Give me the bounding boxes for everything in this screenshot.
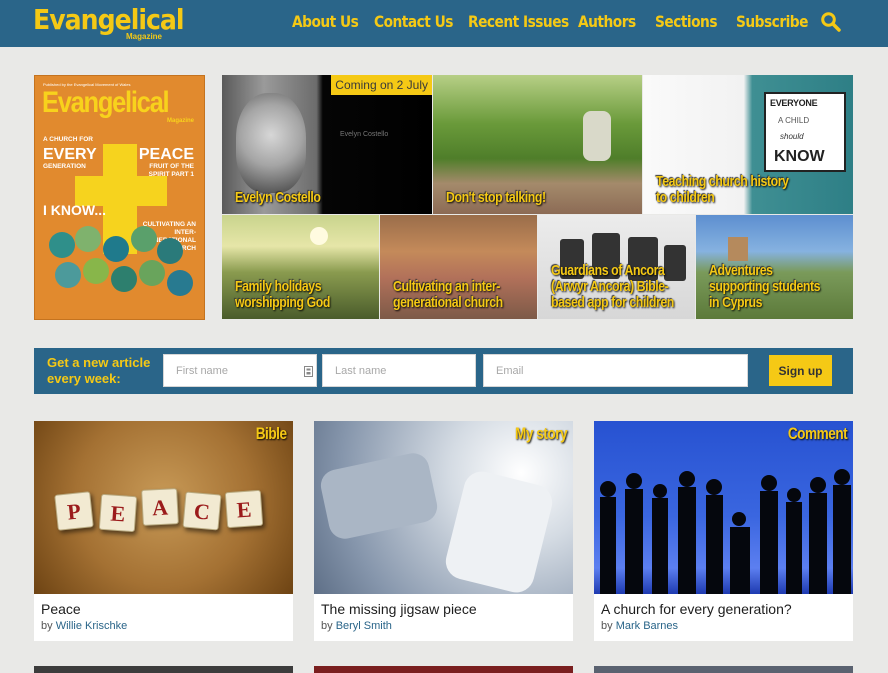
byline-prefix: by: [321, 620, 333, 632]
jigsaw-piece: [442, 467, 556, 594]
featured-tile-inter-generational[interactable]: Cultivating an inter-generational church: [380, 215, 537, 319]
first-name-field[interactable]: [163, 354, 317, 387]
chalkboard-line: EVERYONE: [770, 98, 818, 108]
featured-caption: Guardians of Ancora (Arwyr Ancora) Bible…: [551, 262, 674, 311]
next-article-card[interactable]: [314, 666, 573, 673]
nav-recent-issues[interactable]: Recent Issues: [468, 12, 569, 31]
last-name-field[interactable]: [322, 354, 476, 387]
cover-face: [139, 260, 165, 286]
article-author-link[interactable]: Willie Krischke: [56, 620, 128, 632]
next-article-card[interactable]: [594, 666, 853, 673]
article-section-label: Comment: [787, 424, 848, 443]
featured-tile-guardians-of-ancora[interactable]: Guardians of Ancora (Arwyr Ancora) Bible…: [538, 215, 695, 319]
silhouette-crowd: [600, 469, 851, 594]
featured-caption: Don't stop talking!: [446, 189, 546, 206]
chalkboard-sign: EVERYONE A CHILD should KNOW: [764, 92, 846, 172]
cover-headline-5: FRUIT OF THE SPIRIT PART 1: [148, 163, 194, 178]
nav-sections[interactable]: Sections: [655, 12, 718, 31]
signup-prompt: Get a new article every week:: [47, 355, 151, 386]
article-title: A church for every generation?: [601, 601, 792, 617]
photo-label: Evelyn Costello: [340, 131, 389, 138]
cover-mag-label: Magazine: [166, 118, 194, 124]
featured-caption: Teaching church history to children: [656, 173, 789, 206]
article-title: Peace: [41, 601, 81, 617]
letter-tile: P: [54, 491, 94, 531]
sun-glow: [310, 227, 328, 245]
portrait-photo: [236, 93, 306, 193]
cover-face: [131, 226, 157, 252]
cover-face: [55, 262, 81, 288]
nav-contact-us[interactable]: Contact Us: [374, 12, 453, 31]
walking-couple: [583, 111, 611, 161]
cover-face: [167, 270, 193, 296]
letter-tile: C: [182, 491, 222, 531]
article-section-label: My story: [514, 424, 568, 443]
featured-caption: Adventures supporting students in Cyprus: [709, 262, 821, 311]
article-author-link[interactable]: Mark Barnes: [616, 620, 678, 632]
cover-headline-6: I KNOW...: [43, 202, 106, 218]
cover-headline-2: EVERY: [43, 146, 97, 163]
article-byline: by Beryl Smith: [321, 620, 392, 632]
featured-tile-family-holidays[interactable]: Family holidays worshipping God: [222, 215, 379, 319]
article-image: [594, 421, 853, 594]
top-navigation: Evangelical Magazine About Us Contact Us…: [0, 0, 888, 47]
cover-face: [111, 266, 137, 292]
cover-face: [157, 238, 183, 264]
newsletter-signup: Get a new article every week: Sign up: [34, 348, 853, 394]
featured-tile-church-history[interactable]: EVERYONE A CHILD should KNOW Teaching ch…: [643, 75, 853, 214]
article-card-peace[interactable]: PEACE Bible Peace by Willie Krischke: [34, 421, 293, 641]
cover-face: [83, 258, 109, 284]
letter-tile: E: [98, 493, 138, 533]
article-byline: by Mark Barnes: [601, 620, 678, 632]
cover-face: [103, 236, 129, 262]
chalkboard-line: should: [780, 132, 804, 141]
featured-caption: Family holidays worshipping God: [235, 278, 330, 311]
church-building: [728, 237, 748, 261]
article-card-jigsaw[interactable]: My story The missing jigsaw piece by Ber…: [314, 421, 573, 641]
nav-subscribe[interactable]: Subscribe: [736, 12, 808, 31]
chalkboard-line: A CHILD: [778, 116, 810, 125]
article-title: The missing jigsaw piece: [321, 601, 477, 617]
letter-tile: E: [224, 489, 264, 529]
byline-prefix: by: [41, 620, 53, 632]
featured-caption: Evelyn Costello: [235, 189, 321, 206]
cover-headline-3: GENERATION: [43, 163, 86, 170]
article-image: PEACE: [34, 421, 293, 594]
cover-headline-4: PEACE: [138, 146, 194, 163]
article-byline: by Willie Krischke: [41, 620, 127, 632]
next-article-card[interactable]: [34, 666, 293, 673]
email-field[interactable]: [483, 354, 748, 387]
letter-tile: A: [141, 488, 179, 526]
cover-face: [75, 226, 101, 252]
coming-soon-badge: Coming on 2 July: [331, 75, 432, 95]
nav-authors[interactable]: Authors: [578, 12, 636, 31]
nav-about-us[interactable]: About Us: [292, 12, 359, 31]
article-image: [314, 421, 573, 594]
contact-card-icon: [304, 366, 313, 377]
magazine-cover[interactable]: Published by the Evangelical Movement of…: [34, 75, 205, 320]
cover-face: [49, 232, 75, 258]
featured-tile-cyprus[interactable]: Adventures supporting students in Cyprus: [696, 215, 853, 319]
cover-title: Evangelical: [42, 86, 170, 119]
featured-tile-dont-stop-talking[interactable]: Don't stop talking!: [433, 75, 642, 214]
article-section-label: Bible: [256, 424, 287, 443]
featured-caption: Cultivating an inter-generational church: [393, 278, 503, 311]
cover-headline-1: A CHURCH FOR: [43, 136, 93, 143]
byline-prefix: by: [601, 620, 613, 632]
featured-tile-evelyn[interactable]: Evelyn Costello Coming on 2 July Evelyn …: [222, 75, 432, 214]
article-card-church-generation[interactable]: Comment A church for every generation? b…: [594, 421, 853, 641]
article-author-link[interactable]: Beryl Smith: [336, 620, 392, 632]
site-logo-sub: Magazine: [126, 32, 163, 41]
jigsaw-piece: [317, 450, 441, 542]
search-icon[interactable]: [820, 11, 842, 33]
chalkboard-line: KNOW: [774, 148, 825, 165]
sign-up-button[interactable]: Sign up: [769, 355, 832, 386]
